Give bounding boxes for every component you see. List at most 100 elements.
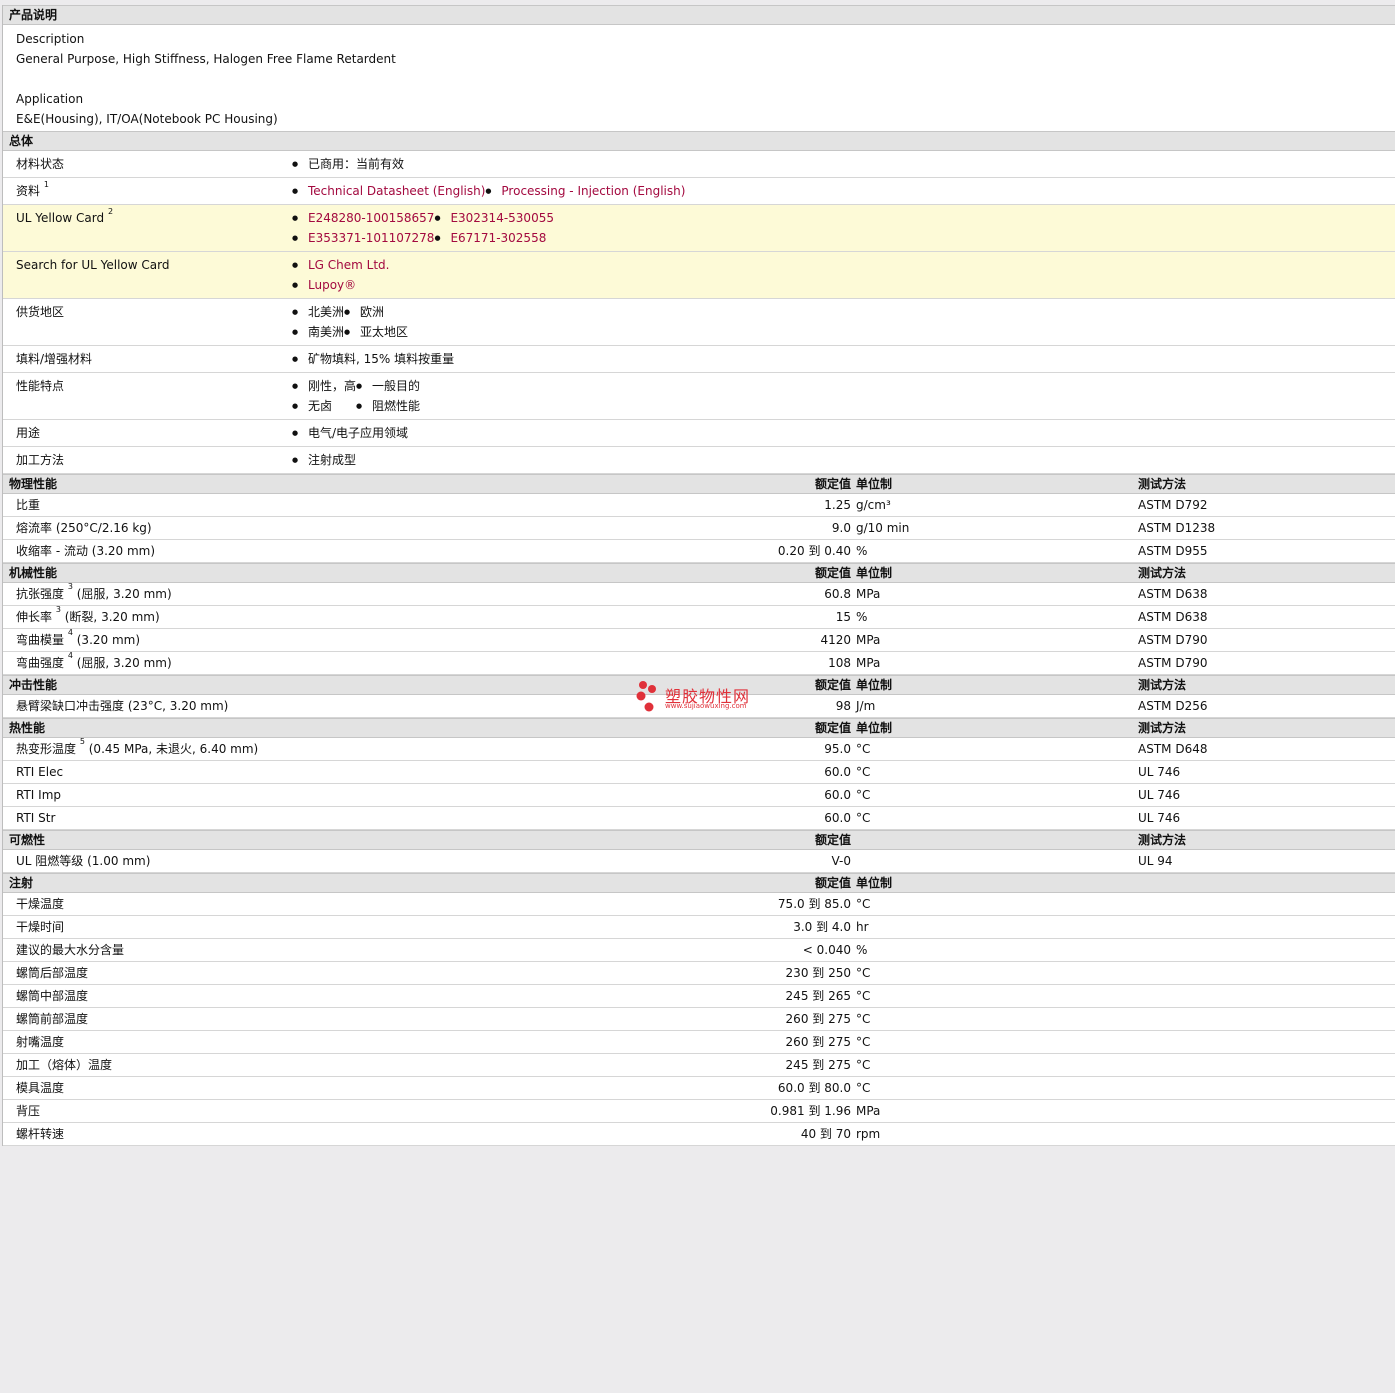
property-test-method: ASTM D792: [1138, 498, 1208, 512]
general-row: Search for UL Yellow Card LG Chem Ltd.Lup…: [3, 252, 1395, 299]
general-table: 材料状态已商用：当前有效资料 1Technical Datasheet (Eng…: [3, 151, 1395, 474]
general-row: 材料状态 已商用：当前有效: [3, 151, 1395, 178]
link-item[interactable]: E67171-302558: [434, 228, 554, 248]
property-label: 干燥温度: [16, 893, 64, 915]
property-row: 干燥温度 75.0 到 85.0 °C: [3, 893, 1395, 916]
property-value: 260 到 275: [785, 1012, 851, 1026]
property-unit: °C: [856, 811, 871, 825]
property-unit: °C: [856, 1058, 871, 1072]
property-label: 熔流率 (250°C/2.16 kg): [16, 517, 152, 539]
property-label: 伸长率 3 (断裂, 3.20 mm): [16, 605, 160, 628]
value-item: 无卤: [292, 396, 356, 416]
link-item[interactable]: Processing - Injection (English): [485, 181, 685, 201]
section-title: 可燃性: [9, 833, 46, 847]
property-row: 加工（熔体）温度 245 到 275 °C: [3, 1054, 1395, 1077]
property-name: 收缩率 - 流动 (3.20 mm): [16, 544, 156, 558]
row-label: 加工方法: [3, 450, 292, 470]
property-row: 弯曲强度 4 (屈服, 3.20 mm) 108 MPa ASTM D790: [3, 651, 1395, 675]
property-name: 螺筒中部温度: [16, 989, 89, 1003]
property-name: 背压: [16, 1104, 41, 1118]
property-name: 模具温度: [16, 1081, 65, 1095]
link-item[interactable]: Technical Datasheet (English): [292, 181, 485, 201]
property-name: RTI Imp: [16, 788, 61, 802]
section-title: 总体: [9, 134, 34, 148]
property-row: UL 阻燃等级 (1.00 mm) V-0 UL 94: [3, 850, 1395, 873]
general-row: 用途 电气/电子应用领域: [3, 420, 1395, 447]
property-name: 加工（熔体）温度: [16, 1058, 113, 1072]
header-value: 额定值: [814, 876, 851, 890]
property-label: 抗张强度 3 (屈服, 3.20 mm): [16, 582, 172, 605]
value-item: 欧洲: [344, 302, 408, 322]
link-item[interactable]: E248280-100158657: [292, 208, 434, 228]
row-label: 供货地区: [3, 302, 292, 342]
value-item: 北美洲: [292, 302, 344, 322]
property-unit: %: [856, 943, 868, 957]
property-row: 收缩率 - 流动 (3.20 mm) 0.20 到 0.40% ASTM D955: [3, 540, 1395, 563]
property-row: 弯曲模量 4 (3.20 mm) 4120 MPa ASTM D790: [3, 628, 1395, 652]
row-values-col2: Processing - Injection (English): [485, 181, 685, 201]
section-header: 机械性能 额定值 单位制 测试方法: [3, 563, 1395, 583]
property-test-method: ASTM D790: [1138, 656, 1208, 670]
row-label-text: 材料状态: [16, 157, 65, 171]
property-row: 热变形温度 5 (0.45 MPa, 未退火, 6.40 mm) 95.0 °C AS…: [3, 737, 1395, 761]
row-label: 材料状态: [3, 154, 292, 174]
property-unit: MPa: [856, 656, 881, 670]
section-header: 热性能 额定值 单位制 测试方法: [3, 718, 1395, 738]
row-values-col1: Technical Datasheet (English): [292, 181, 485, 201]
row-values-col2: E302314-530055E67171-302558: [434, 208, 554, 248]
footnote-mark: 4: [67, 628, 73, 637]
property-name: 建议的最大水分含量: [16, 943, 125, 957]
description-label: Description: [16, 32, 85, 46]
property-row: RTI Str 60.0 °C UL 746: [3, 807, 1395, 830]
header-unit: 单位制: [856, 876, 893, 890]
value-item: 南美洲: [292, 322, 344, 342]
property-value: 245 到 275: [785, 1058, 851, 1072]
property-name: 比重: [16, 498, 41, 512]
property-label: 弯曲强度 4 (屈服, 3.20 mm): [16, 651, 172, 674]
property-name: 弯曲模量: [16, 633, 65, 647]
link-item[interactable]: E302314-530055: [434, 208, 554, 228]
row-values-col1: 矿物填料, 15% 填料按重量: [292, 349, 454, 369]
property-name: 螺筒后部温度: [16, 966, 89, 980]
value-item: 一般目的: [356, 376, 420, 396]
general-row: 性能特点 刚性，高无卤一般目的阻燃性能: [3, 373, 1395, 420]
row-label-text: 性能特点: [16, 379, 65, 393]
property-label: 模具温度: [16, 1077, 64, 1099]
property-label: 干燥时间: [16, 916, 64, 938]
property-name: 热变形温度: [16, 742, 77, 756]
header-unit: 单位制: [856, 477, 893, 491]
header-value: 额定值: [814, 833, 851, 847]
row-label: UL Yellow Card 2: [3, 207, 292, 248]
row-label-text: UL Yellow Card: [16, 211, 105, 225]
row-values-col1: 注射成型: [292, 450, 356, 470]
link-item[interactable]: E353371-101107278: [292, 228, 434, 248]
property-unit: °C: [856, 897, 871, 911]
property-unit: g/10 min: [856, 521, 910, 535]
general-row: 加工方法 注射成型: [3, 447, 1395, 474]
property-unit: g/cm³: [856, 498, 891, 512]
link-item[interactable]: Lupoy®: [292, 275, 390, 295]
value-item: 矿物填料, 15% 填料按重量: [292, 349, 454, 369]
property-name: UL 阻燃等级 (1.00 mm): [16, 854, 151, 868]
property-label: RTI Elec: [16, 761, 63, 783]
property-unit: °C: [856, 765, 871, 779]
header-value: 额定值: [814, 678, 851, 692]
logo-dots-icon: [636, 681, 656, 712]
property-test-method: ASTM D790: [1138, 633, 1208, 647]
row-label: Search for UL Yellow Card: [3, 255, 292, 295]
property-unit: °C: [856, 788, 871, 802]
property-value: 0.981 到 1.96: [770, 1104, 851, 1118]
property-row: 比重 1.25 g/cm³ ASTM D792: [3, 494, 1395, 517]
property-unit: %: [856, 544, 868, 558]
property-value: 1.25: [824, 498, 851, 512]
property-value: 95.0: [824, 742, 851, 756]
section-header-general: 总体: [3, 131, 1395, 151]
property-row: 螺杆转速 40 到 70 rpm: [3, 1123, 1395, 1146]
row-label-text: 资料: [16, 184, 41, 198]
property-label: RTI Imp: [16, 784, 61, 806]
row-values-col1: LG Chem Ltd.Lupoy®: [292, 255, 390, 295]
property-value: 60.0: [824, 811, 851, 825]
link-item[interactable]: LG Chem Ltd.: [292, 255, 390, 275]
property-unit: °C: [856, 966, 871, 980]
row-values-col2: 一般目的阻燃性能: [356, 376, 420, 416]
